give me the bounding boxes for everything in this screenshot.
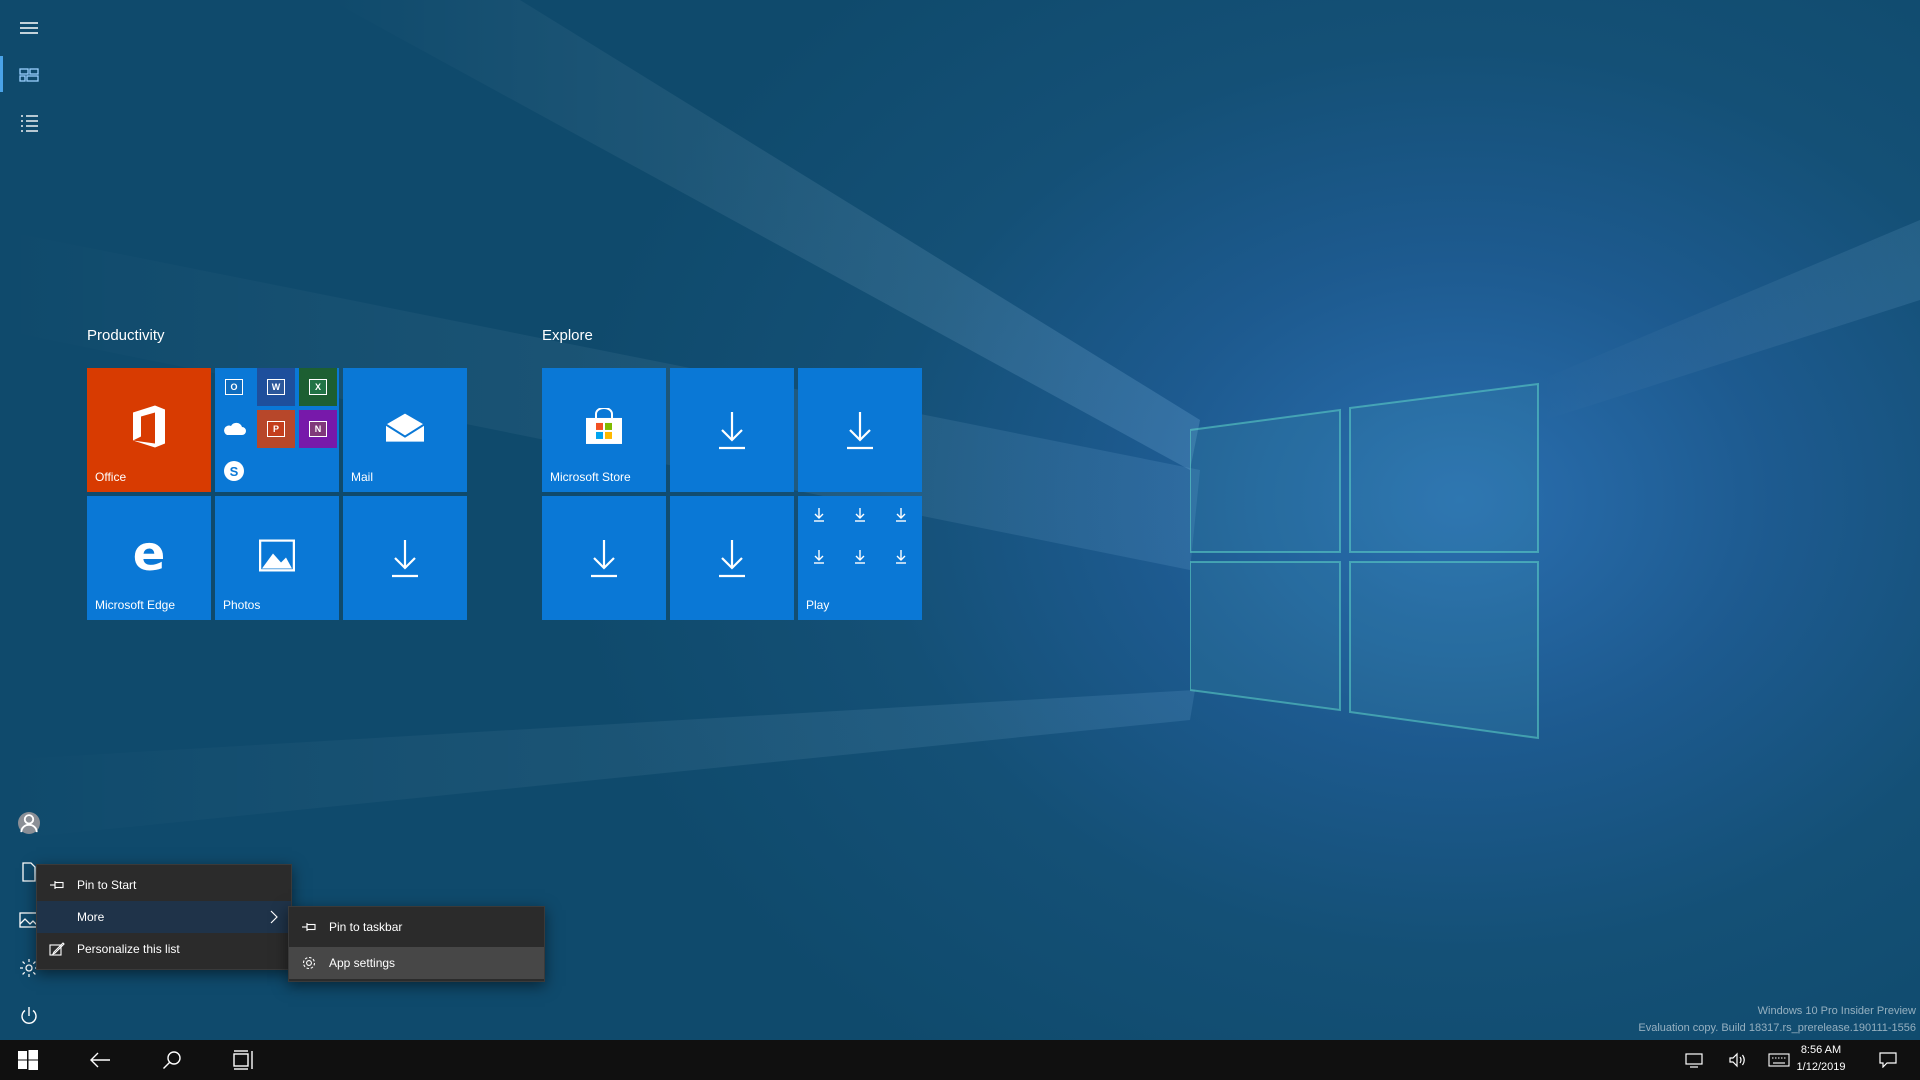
- menu-item-label: Personalize this list: [77, 942, 180, 956]
- volume-tray-button[interactable]: [1722, 1040, 1754, 1080]
- office-icon: [133, 405, 165, 448]
- photos-icon: [259, 539, 295, 572]
- clock-time: 8:56 AM: [1800, 1044, 1842, 1056]
- skype-icon: S: [215, 452, 253, 490]
- store-icon: [586, 407, 622, 444]
- word-icon: W: [257, 368, 295, 406]
- menu-item-more[interactable]: More: [37, 901, 291, 933]
- onedrive-icon: [215, 410, 253, 448]
- taskbar-clock[interactable]: 8:56 AM 1/12/2019: [1776, 1042, 1866, 1076]
- network-tray-button[interactable]: [1678, 1040, 1710, 1080]
- tile-label: Microsoft Edge: [95, 598, 176, 612]
- tile-microsoft-store[interactable]: Microsoft Store: [542, 368, 666, 492]
- excel-icon: X: [299, 368, 337, 406]
- download-icon: [392, 540, 418, 578]
- tile-label: Microsoft Store: [550, 470, 631, 484]
- chevron-right-icon: [270, 910, 278, 924]
- windows-logo-wallpaper: [1190, 382, 1539, 740]
- context-menu: Pin to Start More Personalize this list: [36, 864, 292, 970]
- network-icon: [1685, 1053, 1703, 1068]
- tile-office-apps-folder[interactable]: O W X P N S: [215, 368, 339, 492]
- download-icon: [719, 540, 745, 578]
- onenote-icon: N: [299, 410, 337, 448]
- pin-icon: [37, 879, 77, 891]
- edge-icon: e: [132, 526, 166, 583]
- menu-item-pin-to-taskbar[interactable]: Pin to taskbar: [289, 911, 544, 943]
- tile-downloading[interactable]: [670, 496, 794, 620]
- outlook-icon: O: [215, 368, 253, 406]
- download-icon: [719, 412, 745, 450]
- task-view-icon: [233, 1050, 253, 1070]
- search-icon: [163, 1051, 181, 1069]
- pin-taskbar-icon: [289, 921, 329, 933]
- powerpoint-icon: P: [257, 410, 295, 448]
- menu-item-label: Pin to taskbar: [329, 920, 403, 934]
- taskbar: 8:56 AM 1/12/2019: [0, 1040, 1920, 1080]
- watermark-line-1: Windows 10 Pro Insider Preview: [1757, 1005, 1916, 1017]
- group-title-explore: Explore: [542, 327, 593, 344]
- tile-photos[interactable]: Photos: [215, 496, 339, 620]
- tile-play-folder[interactable]: Play: [798, 496, 922, 620]
- user-account-button[interactable]: [0, 799, 58, 847]
- tile-downloading[interactable]: [798, 368, 922, 492]
- tile-downloading[interactable]: [670, 368, 794, 492]
- watermark-line-2: Evaluation copy. Build 18317.rs_prerelea…: [1638, 1022, 1916, 1034]
- group-title-productivity: Productivity: [87, 327, 165, 344]
- personalize-icon: [37, 942, 77, 956]
- pinned-tiles-button[interactable]: [0, 51, 58, 99]
- menu-item-label: App settings: [329, 956, 396, 970]
- tile-label: Office: [95, 470, 127, 484]
- gear-icon: [289, 955, 329, 971]
- action-center-button[interactable]: [1872, 1040, 1904, 1080]
- clock-date: 1/12/2019: [1796, 1061, 1846, 1073]
- search-button[interactable]: [148, 1040, 196, 1080]
- menu-item-app-settings[interactable]: App settings: [289, 947, 544, 979]
- tile-office[interactable]: Office: [87, 368, 211, 492]
- volume-icon: [1729, 1052, 1745, 1068]
- build-watermark: Windows 10 Pro Insider Preview Evaluatio…: [1638, 1003, 1916, 1037]
- hamburger-icon: [20, 22, 38, 34]
- menu-item-label: More: [77, 910, 105, 924]
- tile-microsoft-edge[interactable]: e Microsoft Edge: [87, 496, 211, 620]
- tile-downloading[interactable]: [542, 496, 666, 620]
- menu-item-label: Pin to Start: [77, 878, 137, 892]
- menu-item-personalize-list[interactable]: Personalize this list: [37, 933, 291, 965]
- windows-start-icon: [18, 1050, 38, 1070]
- power-button[interactable]: [0, 992, 58, 1040]
- back-button[interactable]: [76, 1040, 124, 1080]
- play-folder-icon: [814, 508, 906, 564]
- tile-label: Photos: [223, 598, 261, 612]
- tile-mail[interactable]: Mail: [343, 368, 467, 492]
- all-apps-list-icon: [21, 115, 38, 132]
- mail-icon: [385, 413, 425, 442]
- download-icon: [591, 540, 617, 578]
- menu-item-pin-to-start[interactable]: Pin to Start: [37, 869, 291, 901]
- all-apps-button[interactable]: [0, 99, 58, 147]
- back-arrow-icon: [90, 1052, 110, 1068]
- start-button[interactable]: [4, 1040, 52, 1080]
- power-icon: [21, 1007, 37, 1024]
- tiles-view-icon: [19, 68, 39, 82]
- notifications-icon: [1879, 1052, 1897, 1068]
- tile-label: Play: [806, 598, 830, 612]
- task-view-button[interactable]: [220, 1040, 268, 1080]
- tile-downloading[interactable]: [343, 496, 467, 620]
- more-submenu: Pin to taskbar App settings: [288, 906, 545, 982]
- user-avatar-icon: [18, 812, 40, 834]
- download-icon: [847, 412, 873, 450]
- expand-menu-button[interactable]: [0, 4, 58, 52]
- tile-label: Mail: [351, 470, 374, 484]
